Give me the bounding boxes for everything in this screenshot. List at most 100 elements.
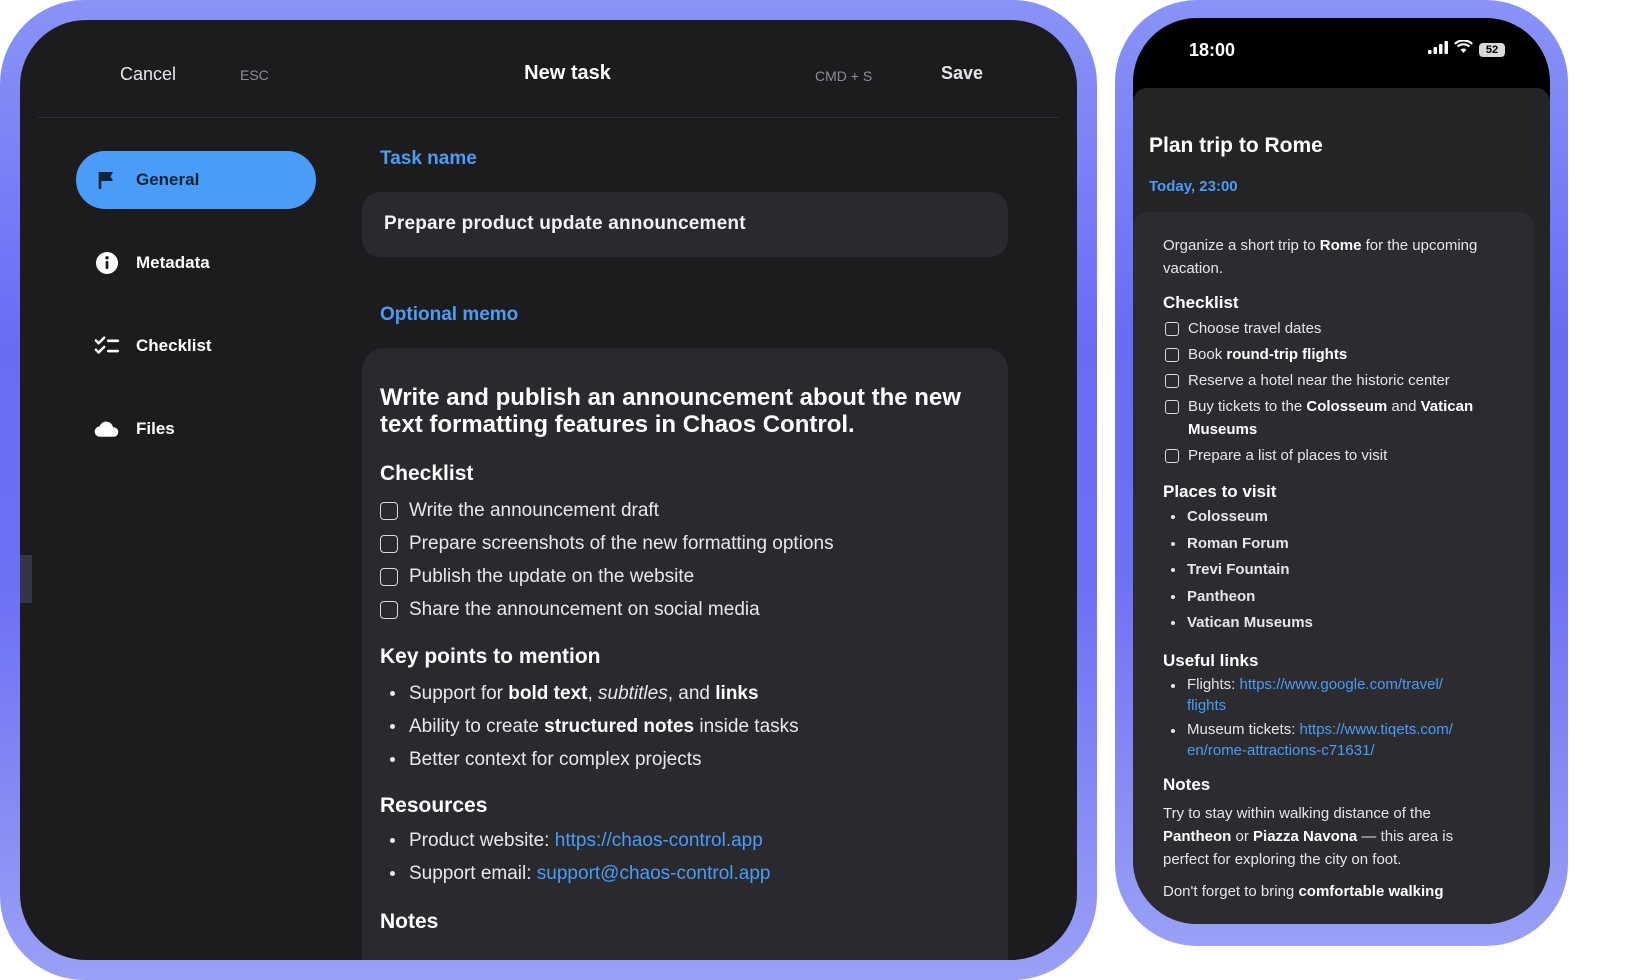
list-item-text: Museum tickets: https://www.tiqets.com/e… bbox=[1187, 720, 1453, 759]
task-notes-card: Organize a short trip to Rome for the up… bbox=[1133, 212, 1534, 924]
checklist-item-text: Share the announcement on social media bbox=[409, 598, 760, 620]
checklist-item-text: Buy tickets to the Colosseum and Vatican… bbox=[1188, 398, 1474, 438]
list-item-text: Ability to create structured notes insid… bbox=[409, 715, 799, 737]
checklist-item[interactable]: Share the announcement on social media bbox=[380, 593, 990, 626]
list-item: Colosseum bbox=[1163, 505, 1483, 532]
memo-heading: Write and publish an announcement about … bbox=[380, 384, 961, 438]
checklist-item[interactable]: Publish the update on the website bbox=[380, 560, 990, 593]
checklist-item[interactable]: Buy tickets to the Colosseum and Vatican… bbox=[1163, 395, 1483, 441]
checklist-item-text: Publish the update on the website bbox=[409, 565, 695, 587]
tablet-screen: Cancel ESC New task CMD + S Save General… bbox=[20, 20, 1077, 960]
memo-checklist-title: Checklist bbox=[380, 462, 474, 485]
notes-text: Try to stay within walking distance of t… bbox=[1163, 804, 1454, 868]
list-item: Product website: https://chaos-control.a… bbox=[380, 824, 990, 857]
task-name-label: Task name bbox=[380, 148, 477, 169]
sidebar-item-label: Files bbox=[136, 419, 175, 438]
list-item: Ability to create structured notes insid… bbox=[380, 710, 990, 743]
list-item: Flights: https://www.google.com/travel/f… bbox=[1163, 674, 1483, 716]
list-item-text: Colosseum bbox=[1187, 508, 1268, 525]
checklist-item[interactable]: Choose travel dates bbox=[1163, 317, 1483, 340]
task-name-value: Prepare product update announcement bbox=[384, 213, 746, 234]
places-title: Places to visit bbox=[1163, 482, 1277, 501]
cloud-icon bbox=[94, 416, 120, 442]
flag-icon bbox=[94, 167, 120, 193]
memo-editor[interactable]: Write and publish an announcement about … bbox=[362, 348, 1008, 960]
list-item: Vatican Museums bbox=[1163, 611, 1483, 638]
signal-icon bbox=[1428, 40, 1448, 59]
checklist-item-text: Reserve a hotel near the historic center bbox=[1188, 372, 1450, 389]
list-item: Roman Forum bbox=[1163, 532, 1483, 559]
checklist-item-text: Prepare a list of places to visit bbox=[1188, 447, 1388, 464]
page-title: New task bbox=[524, 62, 611, 84]
checkbox[interactable] bbox=[1165, 400, 1179, 414]
list-item: Better context for complex projects bbox=[380, 743, 990, 776]
status-time: 18:00 bbox=[1189, 40, 1236, 60]
list-item: Trevi Fountain bbox=[1163, 558, 1483, 585]
sidebar-item-label: General bbox=[136, 170, 200, 189]
sidebar-item-files[interactable]: Files bbox=[76, 400, 316, 458]
status-indicators: 52 bbox=[1428, 39, 1505, 59]
tablet-frame: Cancel ESC New task CMD + S Save General… bbox=[0, 0, 1097, 980]
save-button[interactable]: Save bbox=[941, 63, 983, 84]
checkbox[interactable] bbox=[1165, 374, 1179, 388]
intro-text: Organize a short trip to Rome for the up… bbox=[1163, 237, 1478, 277]
checklist-title: Checklist bbox=[1163, 293, 1239, 312]
edge-handle bbox=[20, 555, 32, 603]
info-icon bbox=[94, 250, 120, 276]
list-item-text: Flights: https://www.google.com/travel/f… bbox=[1187, 675, 1443, 714]
sidebar-item-label: Metadata bbox=[136, 253, 210, 272]
checklist-item[interactable]: Prepare screenshots of the new formattin… bbox=[380, 527, 990, 560]
memo-notes-title: Notes bbox=[380, 910, 439, 933]
checkbox[interactable] bbox=[380, 534, 398, 553]
list-item: Support for bold text, subtitles, and li… bbox=[380, 677, 990, 710]
list-item-text: Pantheon bbox=[1187, 587, 1256, 605]
list-item: Support email: support@chaos-control.app bbox=[380, 857, 990, 890]
notes-text-continued: Don't forget to bring comfortable walkin… bbox=[1163, 882, 1444, 900]
header-divider bbox=[38, 117, 1059, 118]
checkbox[interactable] bbox=[1165, 322, 1179, 336]
sidebar-item-general[interactable]: General bbox=[76, 151, 316, 209]
sidebar-item-metadata[interactable]: Metadata bbox=[76, 234, 316, 292]
support-email-link[interactable]: support@chaos-control.app bbox=[537, 863, 771, 885]
checkbox[interactable] bbox=[1165, 348, 1179, 362]
task-due-date: Today, 23:00 bbox=[1149, 178, 1238, 195]
sidebar-item-checklist[interactable]: Checklist bbox=[76, 317, 316, 375]
product-website-link[interactable]: https://chaos-control.app bbox=[555, 830, 763, 852]
checklist-item[interactable]: Prepare a list of places to visit bbox=[1163, 444, 1483, 467]
list-item: Pantheon bbox=[1163, 585, 1483, 612]
list-item-text: Support for bold text, subtitles, and li… bbox=[409, 682, 759, 704]
checklist-item-text: Book round-trip flights bbox=[1188, 346, 1348, 363]
battery-icon: 52 bbox=[1479, 42, 1505, 57]
links-title: Useful links bbox=[1163, 650, 1259, 670]
checklist-icon bbox=[94, 333, 120, 359]
resource-label: Product website: bbox=[409, 829, 550, 851]
task-title: Plan trip to Rome bbox=[1149, 134, 1323, 157]
wifi-icon bbox=[1454, 39, 1473, 59]
resource-label: Support email: bbox=[409, 862, 532, 884]
checkbox[interactable] bbox=[380, 501, 398, 520]
checklist-item-text: Prepare screenshots of the new formattin… bbox=[409, 532, 834, 554]
checkbox[interactable] bbox=[380, 567, 398, 586]
memo-resources-title: Resources bbox=[380, 794, 488, 817]
memo-key-points-title: Key points to mention bbox=[380, 645, 601, 668]
task-detail-sheet: Plan trip to Rome Today, 23:00 Organize … bbox=[1133, 88, 1550, 924]
task-editor-header: Cancel ESC New task CMD + S Save bbox=[20, 20, 1077, 118]
task-name-input[interactable]: Prepare product update announcement bbox=[362, 192, 1008, 257]
list-item-text: Better context for complex projects bbox=[409, 748, 702, 770]
memo-label: Optional memo bbox=[380, 304, 519, 325]
phone-screen: 18:00 52 Plan trip to Rome Today, 23:00 … bbox=[1133, 18, 1550, 924]
checklist-item[interactable]: Book round-trip flights bbox=[1163, 343, 1483, 366]
checkbox[interactable] bbox=[380, 600, 398, 619]
checklist-item[interactable]: Write the announcement draft bbox=[380, 494, 990, 527]
save-shortcut-hint: CMD + S bbox=[815, 68, 873, 84]
checklist-item[interactable]: Reserve a hotel near the historic center bbox=[1163, 369, 1483, 392]
checklist-item-text: Choose travel dates bbox=[1188, 320, 1322, 337]
list-item-text: Trevi Fountain bbox=[1187, 561, 1290, 578]
checkbox[interactable] bbox=[1165, 449, 1179, 463]
checklist-item-text: Write the announcement draft bbox=[409, 499, 659, 521]
sidebar-item-label: Checklist bbox=[136, 336, 212, 355]
phone-frame: 18:00 52 Plan trip to Rome Today, 23:00 … bbox=[1115, 0, 1568, 946]
list-item-text: Roman Forum bbox=[1187, 534, 1289, 552]
list-item: Museum tickets: https://www.tiqets.com/e… bbox=[1163, 719, 1483, 761]
list-item-text: Vatican Museums bbox=[1187, 614, 1313, 631]
